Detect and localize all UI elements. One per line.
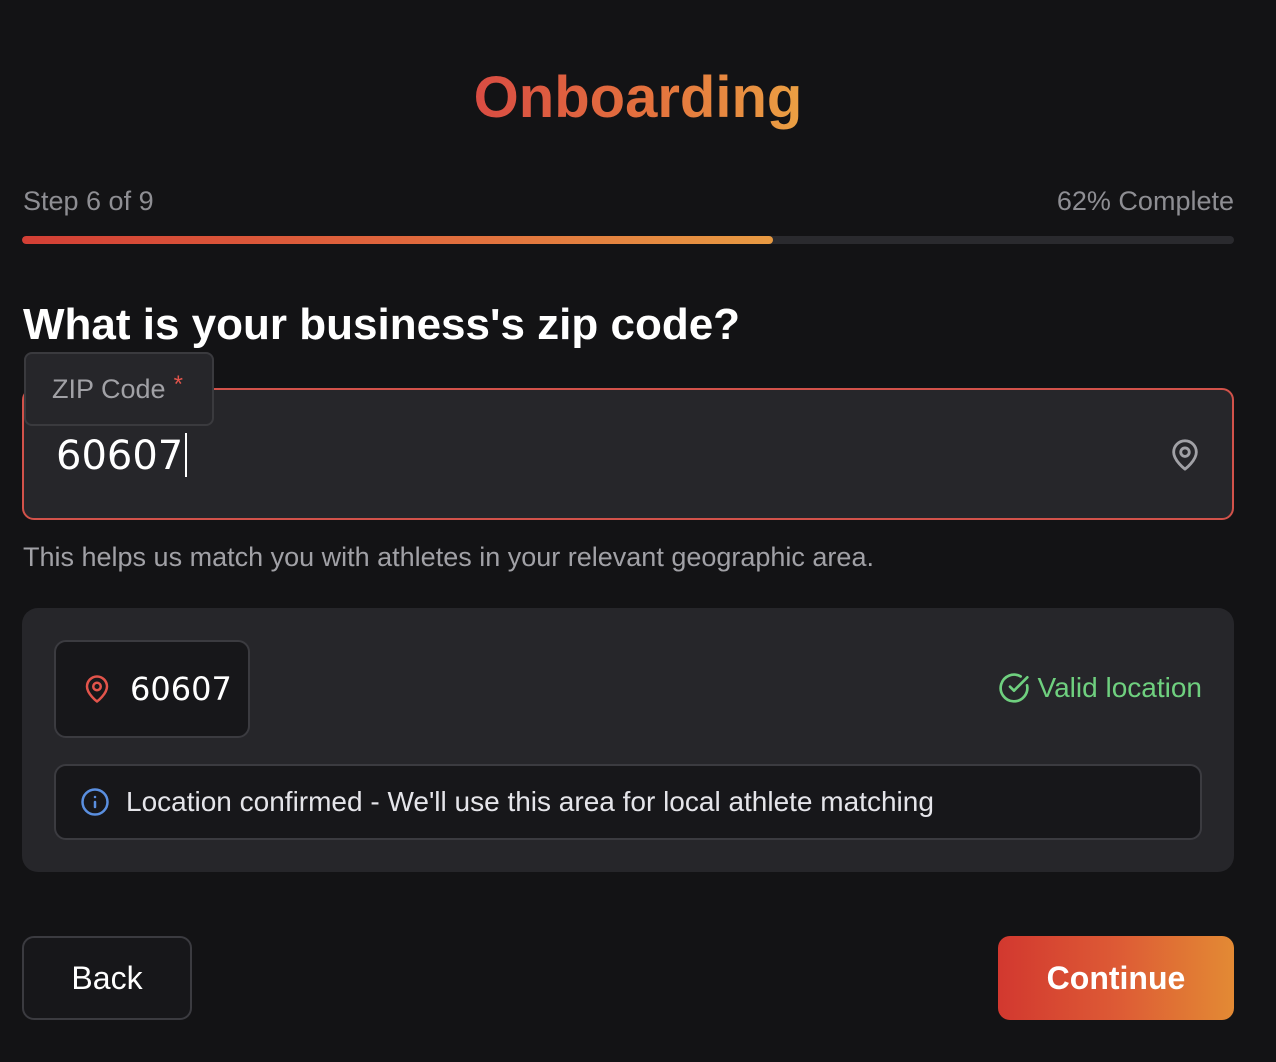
check-circle-icon <box>998 673 1029 703</box>
info-icon <box>81 788 109 816</box>
zip-result-chip: 60607 <box>54 640 250 738</box>
zip-code-label: ZIP Code * <box>24 352 214 426</box>
valid-location-status: Valid location <box>998 670 1202 706</box>
map-pin-icon <box>85 675 109 703</box>
zip-helper-text: This helps us match you with athletes in… <box>23 542 874 572</box>
back-button[interactable]: Back <box>22 936 192 1020</box>
title-container: Onboarding <box>0 62 1276 134</box>
percent-complete: 62% Complete <box>1056 186 1234 216</box>
progress-bar <box>22 236 1234 244</box>
text-caret <box>185 433 188 477</box>
zip-code-label-text: ZIP Code <box>52 373 166 404</box>
step-indicator: Step 6 of 9 <box>23 186 154 216</box>
onboarding-page: Onboarding Step 6 of 9 62% Complete What… <box>0 0 1276 1062</box>
continue-button[interactable]: Continue <box>998 936 1234 1020</box>
progress-bar-fill <box>22 236 774 244</box>
page-title: Onboarding <box>474 62 803 134</box>
zip-result-value: 60607 <box>130 670 232 708</box>
location-info-box: Location confirmed - We'll use this area… <box>54 764 1202 840</box>
valid-location-text: Valid location <box>1037 672 1202 703</box>
zip-code-input-text[interactable]: 60607 <box>56 433 183 479</box>
required-marker: * <box>173 371 183 398</box>
zip-code-input-value[interactable]: 60607 <box>56 432 188 480</box>
map-pin-icon <box>1172 439 1198 471</box>
location-result-card: 60607 Valid location Location confirmed … <box>22 608 1234 872</box>
question-heading: What is your business's zip code? <box>23 300 741 349</box>
location-info-text: Location confirmed - We'll use this area… <box>126 786 934 817</box>
